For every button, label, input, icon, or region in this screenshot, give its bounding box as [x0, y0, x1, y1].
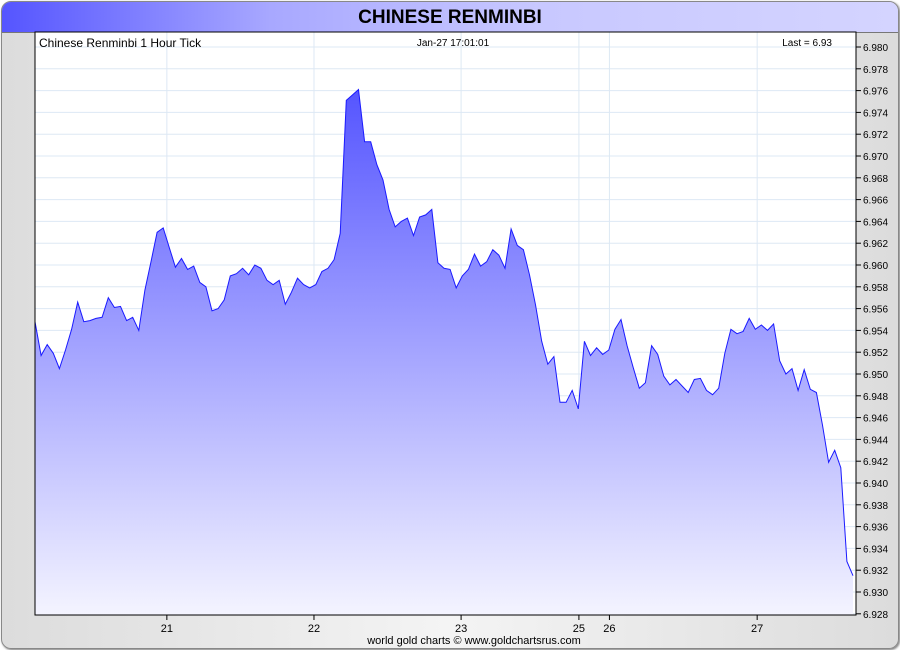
chart-subtitle: Chinese Renminbi 1 Hour Tick [39, 36, 202, 50]
x-tick-label: 23 [455, 623, 467, 635]
y-tick-label: 6.948 [863, 392, 888, 403]
y-tick-label: 6.976 [863, 87, 888, 98]
y-tick-label: 6.968 [863, 174, 888, 185]
x-tick-label: 25 [573, 623, 585, 635]
x-tick-label: 26 [603, 623, 615, 635]
y-tick-label: 6.944 [863, 435, 888, 446]
y-tick-label: 6.966 [863, 196, 888, 207]
price-chart: Chinese Renminbi 1 Hour Tick Jan-27 17:0… [34, 31, 888, 647]
y-tick-label: 6.928 [863, 610, 888, 621]
y-tick-label: 6.952 [863, 348, 888, 359]
x-tick-label: 21 [161, 623, 173, 635]
x-tick-label: 27 [751, 623, 763, 635]
y-tick-label: 6.964 [863, 217, 888, 228]
y-tick-label: 6.934 [863, 544, 888, 555]
y-tick-label: 6.954 [863, 326, 888, 337]
y-tick-label: 6.950 [863, 370, 888, 381]
y-tick-label: 6.974 [863, 108, 888, 119]
x-tick-label: 22 [308, 623, 320, 635]
footer-credit: world gold charts © www.goldchartsrus.co… [366, 635, 581, 647]
y-tick-label: 6.936 [863, 523, 888, 534]
y-tick-label: 6.956 [863, 305, 888, 316]
y-tick-label: 6.970 [863, 152, 888, 163]
last-value: Last = 6.93 [782, 38, 832, 49]
y-tick-label: 6.972 [863, 130, 888, 141]
y-tick-label: 6.932 [863, 566, 888, 577]
y-tick-label: 6.962 [863, 239, 888, 250]
y-tick-label: 6.940 [863, 479, 888, 490]
y-tick-label: 6.960 [863, 261, 888, 272]
timestamp: Jan-27 17:01:01 [417, 38, 490, 49]
y-tick-label: 6.958 [863, 283, 888, 294]
y-tick-label: 6.938 [863, 501, 888, 512]
y-tick-label: 6.980 [863, 43, 888, 54]
y-tick-label: 6.946 [863, 414, 888, 425]
y-tick-label: 6.942 [863, 457, 888, 468]
y-tick-label: 6.978 [863, 65, 888, 76]
y-tick-label: 6.930 [863, 588, 888, 599]
